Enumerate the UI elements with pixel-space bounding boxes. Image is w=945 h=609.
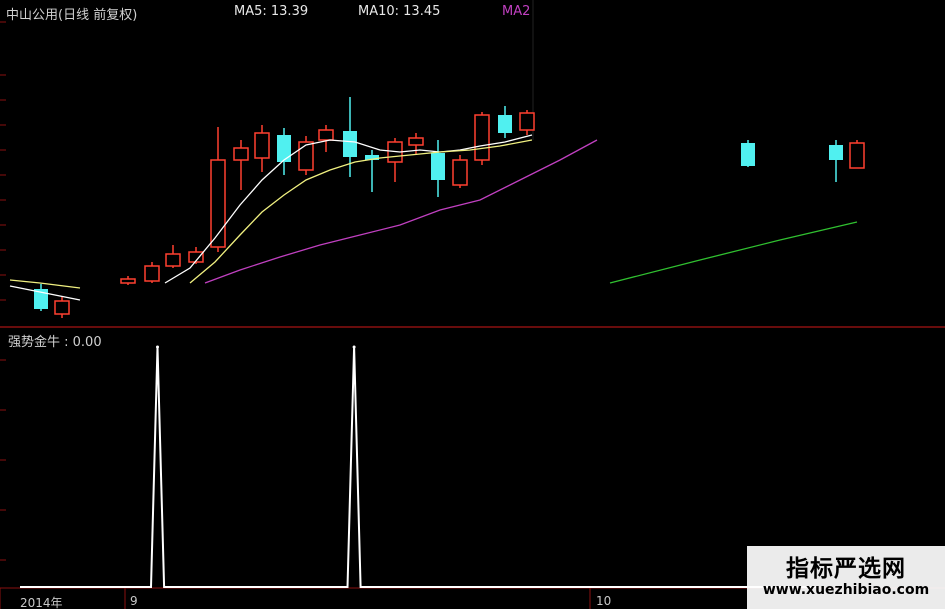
candlestick (144, 262, 160, 283)
candle-body (452, 159, 468, 186)
candle-body (829, 145, 843, 160)
candlestick (849, 140, 865, 169)
candlestick (408, 133, 424, 155)
indicator-line (20, 346, 820, 588)
candlestick (387, 138, 403, 182)
x-axis-label-year: 2014年 (20, 596, 63, 609)
chart-frame (0, 0, 945, 609)
ma5-readout: MA5: 13.39 (234, 4, 309, 19)
indicator-series (20, 345, 820, 588)
candlestick (318, 125, 334, 152)
candle-body (298, 141, 314, 171)
candle-body (408, 137, 424, 146)
candle-body (165, 253, 181, 267)
ma10-line-left (9, 279, 81, 289)
candlestick (120, 276, 136, 285)
indicator-label: 强势金牛 : 0.00 (8, 335, 102, 350)
stock-chart-window: 中山公用(日线 前复权) MA5: 13.39 MA10: 13.45 MA2 … (0, 0, 945, 609)
stock-title: 中山公用(日线 前复权) (6, 8, 138, 23)
ma20-readout: MA2 (502, 4, 531, 19)
candle-body (741, 143, 755, 166)
candle-body (431, 153, 445, 180)
ma60-line (609, 221, 858, 284)
candlestick (498, 106, 512, 138)
candle-body (144, 265, 160, 282)
watermark-title: 指标严选网 (786, 556, 906, 582)
x-axis-label-month-10: 10 (596, 594, 612, 608)
watermark: 指标严选网 www.xuezhibiao.com (747, 546, 945, 609)
candlestick (452, 155, 468, 188)
candle-body (54, 300, 70, 315)
candlestick (298, 136, 314, 175)
chart-canvas[interactable] (0, 0, 945, 609)
candlestick (519, 110, 535, 135)
ma10-readout: MA10: 13.45 (358, 4, 441, 19)
candle-body (233, 147, 249, 161)
candlestick (54, 296, 70, 318)
candle-body (120, 278, 136, 284)
x-axis-label-month-9: 9 (130, 594, 138, 608)
candle-body (277, 135, 291, 162)
candlestick (277, 128, 291, 175)
candlestick (254, 125, 270, 172)
candle-body (254, 132, 270, 159)
candlestick (365, 150, 379, 192)
candlestick (474, 112, 490, 165)
candle-body (343, 131, 357, 157)
watermark-url: www.xuezhibiao.com (762, 582, 930, 598)
indicator-peak (156, 345, 159, 349)
candlestick (233, 140, 249, 190)
candle-body (474, 114, 490, 161)
candle-body (498, 115, 512, 133)
candle-body (318, 129, 334, 141)
candle-body (849, 142, 865, 169)
candlestick (34, 284, 48, 311)
candlestick (165, 245, 181, 268)
candlestick (829, 140, 843, 182)
indicator-peak (352, 345, 356, 349)
candle-body (519, 112, 535, 131)
candlestick (431, 140, 445, 197)
candlestick (741, 140, 755, 167)
